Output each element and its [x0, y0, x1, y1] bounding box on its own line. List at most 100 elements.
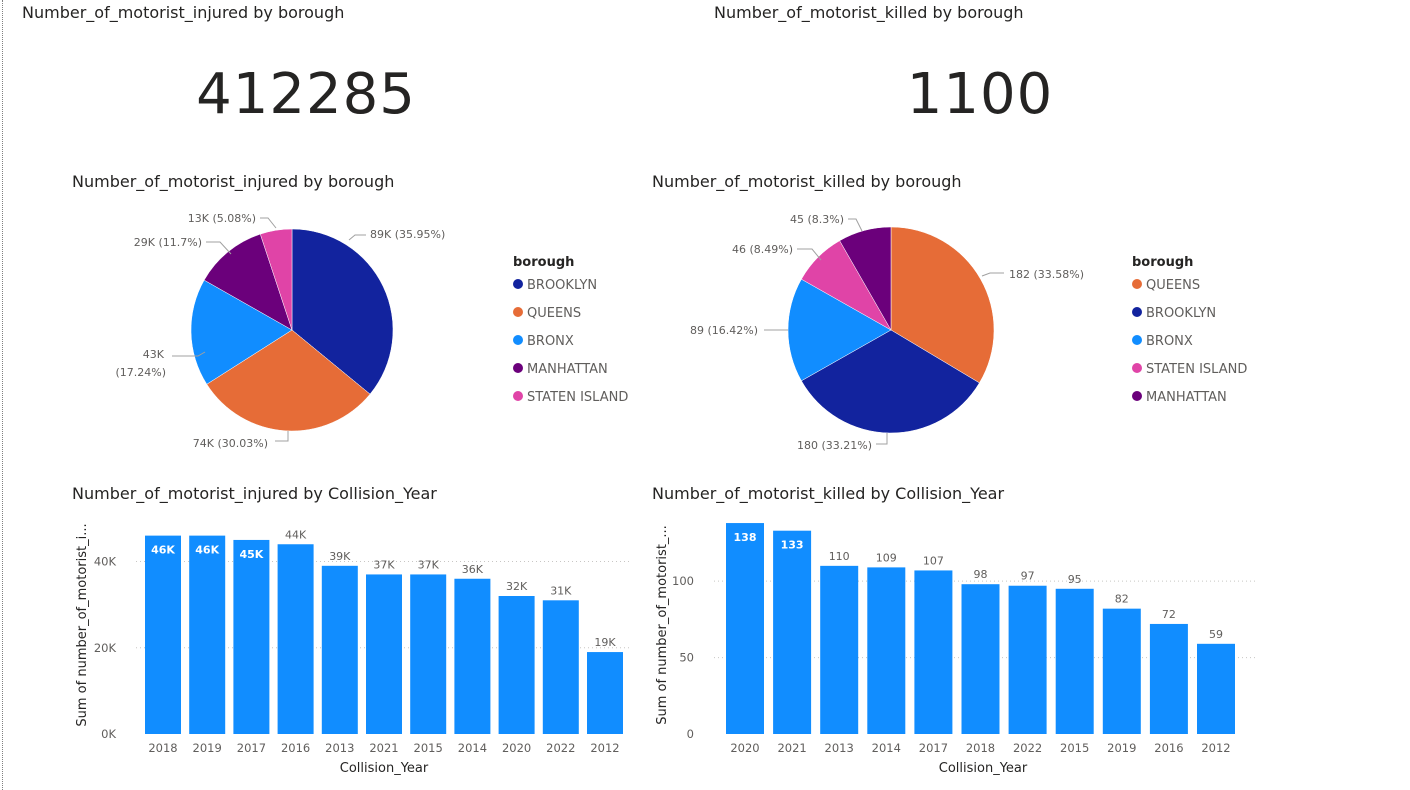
- bar-data-label: 32K: [506, 580, 528, 593]
- bar-2014[interactable]: [454, 578, 491, 734]
- y-tick-label: 50: [679, 651, 694, 665]
- x-axis-title: Collision_Year: [340, 761, 429, 776]
- bar-data-label: 95: [1068, 573, 1082, 586]
- legend-item-staten-island[interactable]: STATEN ISLAND: [527, 390, 628, 405]
- bar-data-label: 44K: [285, 528, 307, 541]
- y-tick-label: 0K: [101, 727, 116, 741]
- bar-2020[interactable]: [726, 523, 764, 734]
- bar-data-label: 37K: [418, 558, 440, 571]
- bar-data-label: 46K: [151, 544, 175, 557]
- bar-2018[interactable]: [961, 584, 1000, 734]
- legend-marker-bronx: [1132, 335, 1142, 345]
- x-tick-label: 2020: [730, 741, 759, 755]
- pie-data-label: 45 (8.3%): [790, 213, 844, 226]
- bar-data-label: 45K: [239, 548, 263, 561]
- x-tick-label: 2021: [777, 741, 806, 755]
- bar-2018[interactable]: [145, 535, 181, 734]
- bar-data-label: 138: [734, 531, 757, 544]
- pie-leader-line: [876, 433, 888, 445]
- x-tick-label: 2015: [414, 741, 443, 755]
- legend-marker-manhattan: [1132, 391, 1142, 401]
- legend-marker-brooklyn: [1132, 307, 1142, 317]
- pie-data-label: 74K (30.03%): [193, 437, 268, 450]
- bar-2022[interactable]: [542, 600, 579, 734]
- legend-item-manhattan[interactable]: MANHATTAN: [527, 362, 608, 377]
- legend-title: borough: [1132, 255, 1193, 270]
- legend-item-brooklyn[interactable]: BROOKLYN: [1146, 306, 1216, 321]
- legend-item-bronx[interactable]: BRONX: [1146, 334, 1193, 349]
- legend-marker-staten-island: [513, 391, 523, 401]
- x-tick-label: 2012: [590, 741, 619, 755]
- bar-data-label: 59: [1209, 628, 1223, 641]
- x-tick-label: 2018: [148, 741, 177, 755]
- y-tick-label: 0: [687, 727, 694, 741]
- x-tick-label: 2013: [325, 741, 354, 755]
- bar-2019[interactable]: [189, 535, 226, 734]
- pie-leader-line: [260, 217, 277, 229]
- bar-2015[interactable]: [410, 574, 447, 734]
- pie-legend: borough BROOKLYN QUEENS BRONX MANHATTAN STATE…: [513, 255, 628, 405]
- x-tick-label: 2022: [1013, 741, 1042, 755]
- legend-item-brooklyn[interactable]: BROOKLYN: [527, 278, 597, 293]
- x-tick-label: 2019: [1107, 741, 1136, 755]
- bar-2020[interactable]: [498, 596, 535, 734]
- bar-2013[interactable]: [321, 565, 358, 734]
- bar-chart-killed: 0 50 100Sum of number_of_motorist_... Colli…: [655, 523, 1258, 776]
- pie-data-label: 29K (11.7%): [134, 236, 202, 249]
- pie-injured: [190, 228, 394, 432]
- y-axis-title: Sum of number_of_motorist_...: [655, 525, 670, 725]
- bar-data-label: 72: [1162, 608, 1176, 621]
- bar-2021[interactable]: [366, 574, 402, 734]
- charts-canvas: 89K (35.95%) 74K (30.03%) 43K (17.24%) 29K (…: [75, 212, 1258, 776]
- bar-2022[interactable]: [1008, 585, 1047, 734]
- x-tick-label: 2020: [502, 741, 531, 755]
- bar-data-label: 97: [1021, 570, 1035, 583]
- bar-2017[interactable]: [233, 539, 270, 734]
- x-tick-label: 2016: [1154, 741, 1183, 755]
- pie-data-label: 182 (33.58%): [1009, 268, 1084, 281]
- x-tick-label: 2016: [281, 741, 310, 755]
- pie-leader-line: [848, 218, 863, 232]
- x-tick-label: 2019: [193, 741, 222, 755]
- y-tick-label: 40K: [94, 555, 117, 569]
- y-axis-title: Sum of number_of_motorist_i...: [75, 523, 90, 726]
- bar-data-label: 37K: [373, 558, 395, 571]
- y-tick-label: 100: [672, 574, 694, 588]
- legend-item-staten-island[interactable]: STATEN ISLAND: [1146, 362, 1247, 377]
- bar-data-label: 109: [876, 551, 897, 564]
- pie-leader-line: [348, 234, 366, 241]
- bar-2012[interactable]: [587, 652, 623, 734]
- bar-data-label: 36K: [462, 563, 484, 576]
- legend-item-manhattan[interactable]: MANHATTAN: [1146, 390, 1227, 405]
- legend-marker-staten-island: [1132, 363, 1142, 373]
- x-axis-title: Collision_Year: [939, 761, 1028, 776]
- bar-2016[interactable]: [1149, 623, 1188, 734]
- x-tick-label: 2014: [458, 741, 487, 755]
- legend-title: borough: [513, 255, 574, 270]
- x-tick-label: 2021: [369, 741, 398, 755]
- x-tick-label: 2017: [237, 741, 266, 755]
- bar-2014[interactable]: [867, 567, 906, 734]
- pie-data-label: 180 (33.21%): [797, 439, 872, 452]
- bar-2013[interactable]: [820, 565, 859, 734]
- bar-2019[interactable]: [1102, 608, 1141, 734]
- bar-2016[interactable]: [277, 544, 314, 734]
- legend-item-queens[interactable]: QUEENS: [1146, 278, 1200, 293]
- bar-2017[interactable]: [914, 570, 953, 734]
- bar-2015[interactable]: [1055, 588, 1094, 734]
- y-tick-label: 20K: [94, 641, 117, 655]
- pie-data-label: 43K (17.24%): [115, 348, 166, 379]
- bar-data-label: 31K: [550, 584, 572, 597]
- legend-item-bronx[interactable]: BRONX: [527, 334, 574, 349]
- x-tick-label: 2022: [546, 741, 575, 755]
- x-tick-label: 2018: [966, 741, 995, 755]
- legend-marker-queens: [1132, 279, 1142, 289]
- bar-2021[interactable]: [773, 530, 812, 734]
- x-tick-label: 2013: [825, 741, 854, 755]
- bar-2012[interactable]: [1197, 643, 1235, 734]
- bar-data-label: 19K: [594, 636, 616, 649]
- pie-data-label: 89 (16.42%): [690, 324, 758, 337]
- bar-chart-injured: 0K 20K 40K Sum of number_of_motorist_i... Co…: [75, 523, 630, 776]
- pie-leader-line: [275, 431, 289, 442]
- legend-item-queens[interactable]: QUEENS: [527, 306, 581, 321]
